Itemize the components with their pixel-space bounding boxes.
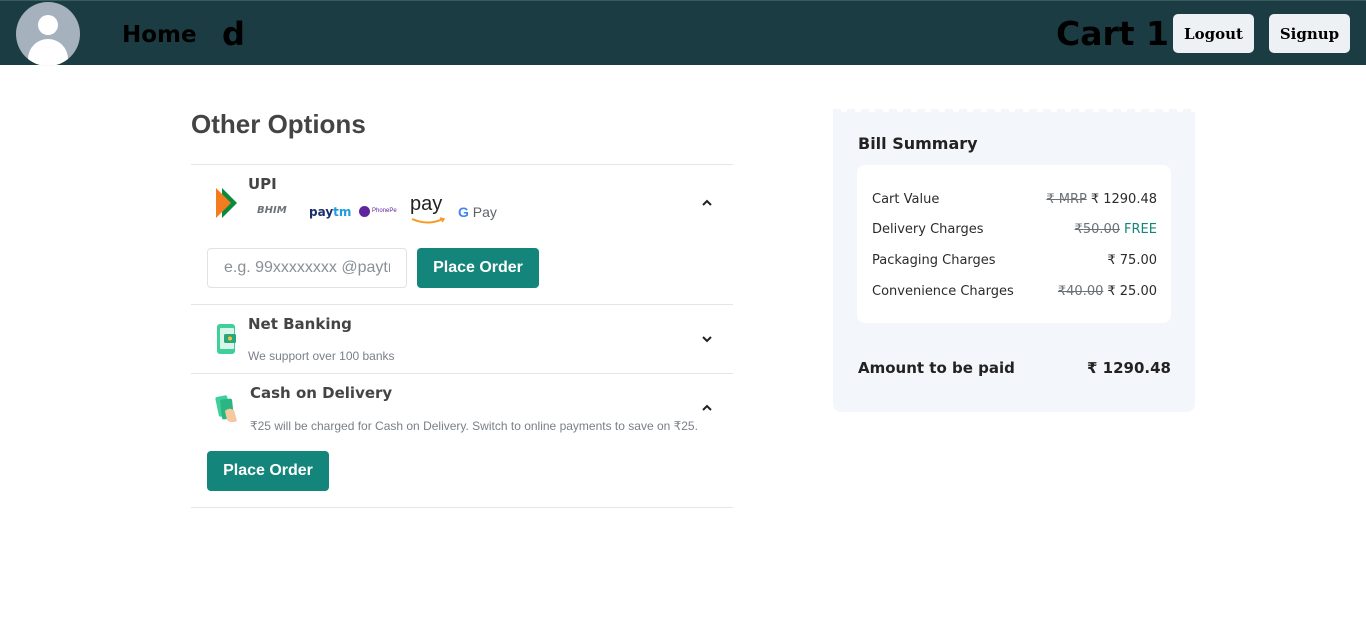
bill-row-strike: ₹ MRP: [1046, 192, 1087, 207]
bill-row-label: Cart Value: [872, 192, 940, 207]
nav-user-initial: d: [222, 15, 245, 53]
net-banking-title: Net Banking: [248, 315, 352, 333]
divider: [191, 373, 733, 374]
chevron-down-icon[interactable]: [700, 332, 714, 346]
gpay-logo: G Pay: [458, 204, 497, 220]
bill-row-value: ₹40.00 ₹ 25.00: [1058, 284, 1157, 299]
net-banking-subtitle: We support over 100 banks: [248, 349, 395, 363]
bill-row-cart-value: Cart Value ₹ MRP ₹ 1290.48: [872, 192, 1157, 210]
phonepe-icon: [359, 206, 370, 217]
divider: [191, 304, 733, 305]
bill-row-delivery: Delivery Charges ₹50.00 FREE: [872, 222, 1157, 240]
bill-row-label: Delivery Charges: [872, 222, 984, 237]
upi-id-input[interactable]: [207, 248, 407, 288]
amazon-smile-icon: [411, 217, 446, 224]
free-badge: FREE: [1124, 222, 1157, 237]
avatar-icon[interactable]: [16, 2, 80, 66]
bill-row-value: ₹50.00 FREE: [1075, 222, 1157, 237]
phonepe-logo: PhonePe: [372, 208, 397, 214]
upi-logo-icon: [216, 188, 237, 218]
nav-cart-link[interactable]: Cart 1: [1056, 14, 1169, 54]
bhim-logo: BHIM: [257, 205, 287, 216]
bill-row-amount: ₹ 25.00: [1107, 284, 1157, 299]
bill-row-convenience: Convenience Charges ₹40.00 ₹ 25.00: [872, 284, 1157, 302]
logout-button[interactable]: Logout: [1173, 14, 1254, 53]
amount-to-pay-row: Amount to be paid ₹ 1290.48: [858, 359, 1171, 379]
bill-row-value: ₹ 75.00: [1107, 253, 1157, 268]
bill-row-value: ₹ MRP ₹ 1290.48: [1046, 192, 1157, 207]
nav-home-link[interactable]: Home: [122, 21, 197, 49]
cod-title: Cash on Delivery: [250, 384, 393, 402]
signup-button[interactable]: Signup: [1269, 14, 1350, 53]
bill-row-label: Packaging Charges: [872, 253, 996, 268]
amount-value: ₹ 1290.48: [1087, 359, 1171, 377]
amazon-pay-logo: pay: [410, 193, 443, 215]
divider: [191, 507, 733, 508]
bill-row-amount: ₹ 75.00: [1107, 253, 1157, 268]
chevron-up-icon[interactable]: [700, 196, 714, 210]
amount-label: Amount to be paid: [858, 359, 1015, 377]
page-title: Other Options: [191, 109, 366, 139]
cod-place-order-button[interactable]: Place Order: [207, 451, 329, 491]
paytm-logo-tm: tm: [333, 205, 352, 219]
gpay-label: Pay: [472, 204, 497, 220]
bill-row-strike: ₹40.00: [1057, 284, 1104, 299]
cash-icon: [215, 395, 237, 423]
bill-row-label: Convenience Charges: [872, 284, 1014, 299]
paytm-logo: paytm: [309, 205, 351, 219]
upi-title: UPI: [248, 175, 277, 193]
paytm-logo-pay: pay: [309, 205, 334, 219]
bill-row-amount: ₹ 1290.48: [1090, 192, 1157, 207]
upi-place-order-button[interactable]: Place Order: [417, 248, 539, 288]
divider: [191, 164, 733, 165]
net-banking-icon: [217, 324, 236, 354]
cod-subtitle: ₹25 will be charged for Cash on Delivery…: [250, 419, 698, 433]
bill-summary-title: Bill Summary: [858, 134, 978, 153]
bill-row-strike: ₹50.00: [1074, 222, 1121, 237]
chevron-up-icon[interactable]: [700, 401, 714, 415]
navbar: Home d Cart 1 Logout Signup: [0, 0, 1366, 66]
bill-row-packaging: Packaging Charges ₹ 75.00: [872, 253, 1157, 271]
